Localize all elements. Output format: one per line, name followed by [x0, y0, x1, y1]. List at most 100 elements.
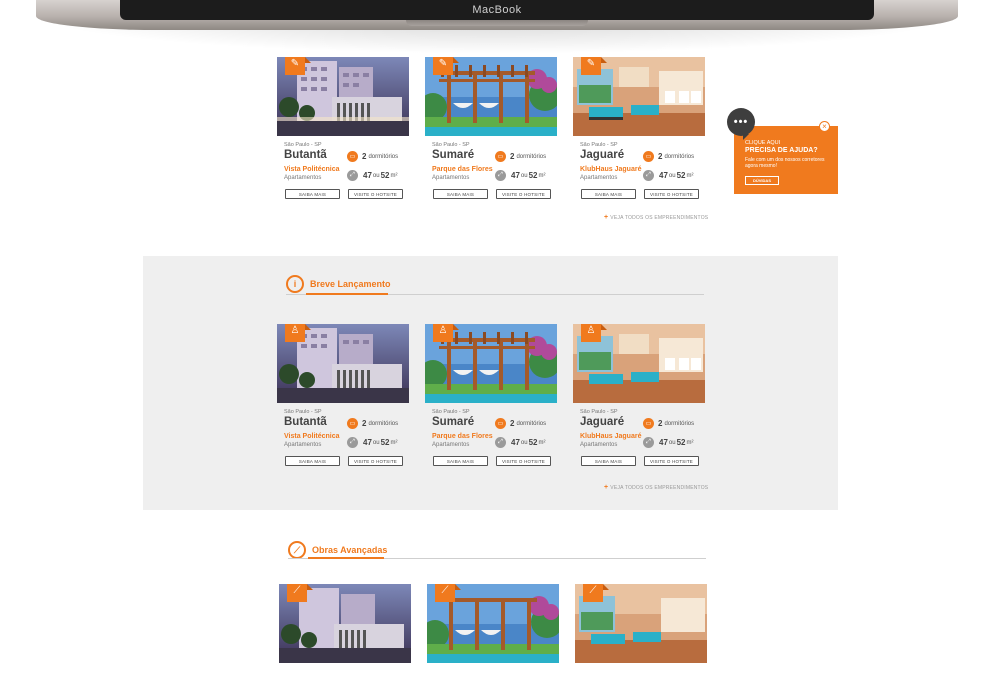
- property-type: Apartamentos: [284, 175, 322, 181]
- area-info: ⤢ 47 ou 52 m²: [643, 437, 694, 448]
- megaphone-icon: ✎: [433, 57, 459, 75]
- saiba-mais-button[interactable]: SAIBA MAIS: [285, 189, 340, 199]
- property-image[interactable]: ✎: [573, 57, 705, 136]
- visite-hotsite-button[interactable]: VISITE O HOTSITE: [496, 456, 551, 466]
- property-card[interactable]: ✎ São Paulo - SP Butantã Vista Politécni…: [277, 57, 409, 210]
- saiba-mais-button[interactable]: SAIBA MAIS: [581, 456, 636, 466]
- section-divider-accent: [308, 557, 384, 559]
- see-all-link[interactable]: + VEJA TODOS OS EMPREENDIMENTOS: [604, 214, 708, 221]
- area-unit: m²: [390, 172, 398, 179]
- plus-icon: +: [604, 484, 609, 491]
- saiba-mais-button[interactable]: SAIBA MAIS: [581, 189, 636, 199]
- chat-bubble-icon[interactable]: •••: [727, 108, 755, 140]
- area-info: ⤢ 47 ou 52 m²: [495, 437, 546, 448]
- property-info: São Paulo - SP Butantã Vista Politécnica…: [277, 142, 409, 210]
- property-image[interactable]: ⟋: [427, 584, 559, 663]
- property-project[interactable]: Parque das Flores: [432, 433, 493, 440]
- area-unit: m²: [686, 439, 694, 446]
- area-b: 52: [676, 438, 686, 447]
- property-type: Apartamentos: [432, 442, 470, 448]
- property-card[interactable]: ⟋: [575, 584, 707, 663]
- visite-hotsite-button[interactable]: VISITE O HOTSITE: [348, 189, 403, 199]
- property-card[interactable]: ♙ São Paulo - SP Sumaré Parque das Flore…: [425, 324, 557, 477]
- area-a: 47: [511, 171, 520, 180]
- trowel-icon: ⟋: [583, 584, 609, 602]
- ruler-icon: ⤢: [347, 170, 358, 181]
- visite-hotsite-button[interactable]: VISITE O HOTSITE: [644, 456, 699, 466]
- bedrooms-info: ▭ 2 dormitórios: [495, 151, 546, 162]
- bottle-icon: ♙: [433, 324, 459, 342]
- see-all-link[interactable]: + VEJA TODOS OS EMPREENDIMENTOS: [604, 484, 708, 491]
- property-image[interactable]: ⟋: [279, 584, 411, 663]
- section-title: Breve Lançamento: [310, 279, 391, 289]
- property-info: São Paulo - SP Sumaré Parque das Flores …: [425, 409, 557, 477]
- area-info: ⤢ 47 ou 52 m²: [347, 170, 398, 181]
- property-image[interactable]: ♙: [425, 324, 557, 403]
- visite-hotsite-button[interactable]: VISITE O HOTSITE: [644, 189, 699, 199]
- property-image[interactable]: ✎: [425, 57, 557, 136]
- see-all-label: VEJA TODOS OS EMPREENDIMENTOS: [610, 215, 709, 221]
- property-card[interactable]: ⟋: [279, 584, 411, 663]
- area-info: ⤢ 47 ou 52 m²: [643, 170, 694, 181]
- see-all-label: VEJA TODOS OS EMPREENDIMENTOS: [610, 485, 709, 491]
- area-a: 47: [363, 171, 372, 180]
- area-b: 52: [528, 438, 538, 447]
- saiba-mais-button[interactable]: SAIBA MAIS: [433, 189, 488, 199]
- saiba-mais-button[interactable]: SAIBA MAIS: [433, 456, 488, 466]
- bed-icon: ▭: [347, 418, 358, 429]
- area-a: 47: [511, 438, 520, 447]
- laptop-screen-edge: MacBook: [120, 0, 874, 20]
- area-a: 47: [659, 438, 668, 447]
- property-project[interactable]: Vista Politécnica: [284, 433, 340, 440]
- property-project[interactable]: Parque das Flores: [432, 166, 493, 173]
- area-or: ou: [372, 439, 380, 446]
- area-b: 52: [380, 438, 390, 447]
- area-or: ou: [668, 172, 676, 179]
- property-name: Sumaré: [432, 149, 475, 161]
- ruler-icon: ⤢: [495, 437, 506, 448]
- bedrooms-count: 2: [362, 152, 367, 161]
- property-city: São Paulo - SP: [432, 409, 470, 415]
- property-city: São Paulo - SP: [432, 142, 470, 148]
- property-image[interactable]: ♙: [277, 324, 409, 403]
- property-type: Apartamentos: [580, 442, 618, 448]
- help-duvidas-button[interactable]: DÚVIDAS: [745, 176, 779, 185]
- bottle-icon: ♙: [285, 324, 311, 342]
- property-card[interactable]: ♙ São Paulo - SP Jaguaré KlubHaus Jaguar…: [573, 324, 705, 477]
- property-project[interactable]: Vista Politécnica: [284, 166, 340, 173]
- area-unit: m²: [686, 172, 694, 179]
- property-project[interactable]: KlubHaus Jaguaré: [580, 166, 641, 173]
- property-name: Jaguaré: [580, 149, 625, 161]
- bedrooms-label: dormitórios: [368, 153, 399, 160]
- help-widget[interactable]: CLIQUE AQUI PRECISA DE AJUDA? Fale com u…: [734, 126, 838, 194]
- bedrooms-count: 2: [510, 419, 515, 428]
- bedrooms-count: 2: [658, 419, 663, 428]
- bed-icon: ▭: [643, 151, 654, 162]
- section-divider-accent: [306, 293, 388, 295]
- help-line2: PRECISA DE AJUDA?: [745, 147, 818, 154]
- visite-hotsite-button[interactable]: VISITE O HOTSITE: [348, 456, 403, 466]
- ruler-icon: ⤢: [643, 170, 654, 181]
- megaphone-icon: ✎: [285, 57, 311, 75]
- saiba-mais-button[interactable]: SAIBA MAIS: [285, 456, 340, 466]
- property-image[interactable]: ⟋: [575, 584, 707, 663]
- property-card[interactable]: ♙ São Paulo - SP Butantã Vista Politécni…: [277, 324, 409, 477]
- property-image[interactable]: ✎: [277, 57, 409, 136]
- area-a: 47: [363, 438, 372, 447]
- property-project[interactable]: KlubHaus Jaguaré: [580, 433, 641, 440]
- property-name: Jaguaré: [580, 416, 625, 428]
- trowel-icon: ⟋: [435, 584, 461, 602]
- visite-hotsite-button[interactable]: VISITE O HOTSITE: [496, 189, 551, 199]
- property-card[interactable]: ⟋: [427, 584, 559, 663]
- property-card[interactable]: ✎ São Paulo - SP Jaguaré KlubHaus Jaguar…: [573, 57, 705, 210]
- ruler-icon: ⤢: [495, 170, 506, 181]
- property-image[interactable]: ♙: [573, 324, 705, 403]
- property-name: Butantã: [284, 416, 327, 428]
- page: MacBook ✎ São Paulo - SP Butantã Vista P…: [0, 0, 994, 674]
- property-card[interactable]: ✎ São Paulo - SP Sumaré Parque das Flore…: [425, 57, 557, 210]
- bed-icon: ▭: [495, 151, 506, 162]
- close-icon[interactable]: ×: [819, 121, 830, 132]
- trowel-icon: ⟋: [288, 541, 306, 559]
- bedrooms-count: 2: [510, 152, 515, 161]
- property-type: Apartamentos: [432, 175, 470, 181]
